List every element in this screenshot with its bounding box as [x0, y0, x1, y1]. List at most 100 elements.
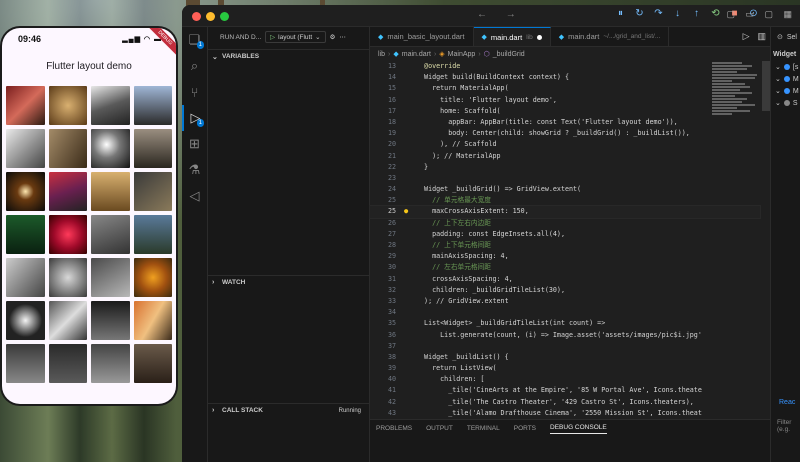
- nav-arrows-icon[interactable]: ← →: [477, 9, 524, 20]
- code-line[interactable]: 26 // 上下左右内边距: [370, 218, 760, 229]
- code-line[interactable]: 41 _tile('CineArts at the Empire', '85 W…: [370, 385, 760, 396]
- grid-image[interactable]: [91, 344, 130, 383]
- minimize-window-button[interactable]: [206, 12, 215, 21]
- close-window-button[interactable]: [192, 12, 201, 21]
- extensions-icon[interactable]: ⊞: [182, 131, 207, 157]
- play-icon[interactable]: ▷: [270, 33, 275, 41]
- testing-icon[interactable]: ⚗: [182, 157, 207, 183]
- grid-image[interactable]: [6, 258, 45, 297]
- code-line[interactable]: 25 // 单元格最大宽度: [370, 195, 760, 206]
- breadcrumb-item[interactable]: lib: [378, 51, 385, 58]
- grid-image[interactable]: [48, 86, 87, 125]
- grid-image[interactable]: [6, 129, 45, 168]
- minimap[interactable]: [712, 61, 762, 171]
- grid-image[interactable]: [133, 258, 172, 297]
- flutter-icon[interactable]: ◁: [182, 183, 207, 209]
- grid-image[interactable]: [48, 215, 87, 254]
- code-line[interactable]: 13 @override: [370, 61, 760, 72]
- code-line[interactable]: 32 children: _buildGridTileList(30),: [370, 285, 760, 296]
- tab-debug-console[interactable]: DEBUG CONSOLE: [550, 424, 607, 434]
- code-line[interactable]: 39 return ListView(: [370, 363, 760, 374]
- code-line[interactable]: 31 crossAxisSpacing: 4,: [370, 274, 760, 285]
- photo-grid[interactable]: [2, 82, 176, 383]
- grid-image[interactable]: [91, 258, 130, 297]
- code-line[interactable]: 40 children: [: [370, 374, 760, 385]
- code-line[interactable]: 28 // 上下单元格间距: [370, 240, 760, 251]
- code-line[interactable]: 14 Widget build(BuildContext context) {: [370, 72, 760, 83]
- grid-image[interactable]: [133, 344, 172, 383]
- grid-image[interactable]: [6, 215, 45, 254]
- code-editor[interactable]: 13 @override 14 Widget build(BuildContext…: [369, 61, 761, 431]
- launch-config-select[interactable]: ▷ layout (Flutt ⌄: [265, 31, 326, 43]
- grid-image[interactable]: [91, 129, 130, 168]
- tab-main-basic-layout[interactable]: ◆ main_basic_layout.dart: [370, 27, 474, 46]
- select-widget-icon[interactable]: ⊙: [777, 33, 783, 41]
- restart-frame-icon[interactable]: ↻: [633, 8, 646, 19]
- tab-problems[interactable]: PROBLEMS: [376, 425, 412, 432]
- step-out-icon[interactable]: ↑: [690, 8, 703, 19]
- pause-icon[interactable]: ⏸: [614, 8, 627, 19]
- explorer-icon[interactable]: ❏ 1: [182, 27, 207, 53]
- step-into-icon[interactable]: ↓: [671, 8, 684, 19]
- grid-image[interactable]: [6, 344, 45, 383]
- code-line[interactable]: 34: [370, 307, 760, 318]
- code-line[interactable]: 21 ); // MaterialApp: [370, 151, 760, 162]
- code-line[interactable]: 16 title: 'Flutter layout demo',: [370, 95, 760, 106]
- modified-dot-icon[interactable]: [536, 34, 542, 40]
- code-line[interactable]: 25 ● maxCrossAxisExtent: 150,: [369, 205, 761, 219]
- search-icon[interactable]: ⌕: [182, 53, 207, 79]
- widget-tree-row[interactable]: ⌄ S: [771, 97, 800, 109]
- grid-image[interactable]: [91, 301, 130, 340]
- grid-image[interactable]: [6, 172, 45, 211]
- code-line[interactable]: 38 Widget _buildList() {: [370, 352, 760, 363]
- grid-image[interactable]: [133, 86, 172, 125]
- code-line[interactable]: 23: [370, 173, 760, 184]
- grid-image[interactable]: [133, 129, 172, 168]
- breadcrumb-item[interactable]: MainApp: [448, 51, 476, 58]
- debug-console-body[interactable]: [370, 437, 770, 462]
- code-line[interactable]: 29 mainAxisSpacing: 4,: [370, 251, 760, 262]
- step-over-icon[interactable]: ↷: [652, 8, 665, 19]
- grid-image[interactable]: [91, 172, 130, 211]
- variables-section[interactable]: ⌄ VARIABLES: [208, 49, 369, 63]
- code-line[interactable]: 42 _tile('The Castro Theater', '429 Cast…: [370, 397, 760, 408]
- code-line[interactable]: 27 padding: const EdgeInsets.all(4),: [370, 229, 760, 240]
- code-line[interactable]: 20 ), // Scaffold: [370, 139, 760, 150]
- source-control-icon[interactable]: ⑂: [182, 79, 207, 105]
- run-file-icon[interactable]: ▷: [743, 31, 750, 42]
- code-line[interactable]: 17 home: Scaffold(: [370, 106, 760, 117]
- code-line[interactable]: 30 // 左右单元格间距: [370, 262, 760, 273]
- tab-main-dart-lib[interactable]: ◆ main.dart lib: [473, 27, 551, 46]
- grid-image[interactable]: [133, 301, 172, 340]
- grid-image[interactable]: [48, 258, 87, 297]
- code-line[interactable]: 18 appBar: AppBar(title: const Text('Flu…: [370, 117, 760, 128]
- watch-section[interactable]: › WATCH: [208, 275, 369, 289]
- tab-terminal[interactable]: TERMINAL: [467, 425, 500, 432]
- grid-image[interactable]: [48, 301, 87, 340]
- widget-tree-row[interactable]: ⌄ M: [771, 73, 800, 85]
- widget-tree-row[interactable]: ⌄ M: [771, 85, 800, 97]
- gear-icon[interactable]: ⚙: [330, 33, 336, 41]
- code-line[interactable]: 24 Widget _buildGrid() => GridView.exten…: [370, 184, 760, 195]
- grid-image[interactable]: [91, 86, 130, 125]
- grid-image[interactable]: [6, 86, 45, 125]
- tab-ports[interactable]: PORTS: [514, 425, 536, 432]
- restart-icon[interactable]: ⟲: [709, 8, 722, 19]
- code-line[interactable]: 19 body: Center(child: showGrid ? _build…: [370, 128, 760, 139]
- grid-image[interactable]: [133, 172, 172, 211]
- code-line[interactable]: 43 _tile('Alamo Drafthouse Cinema', '255…: [370, 408, 760, 419]
- grid-image[interactable]: [48, 129, 87, 168]
- more-icon[interactable]: ⋯: [339, 33, 346, 41]
- grid-image[interactable]: [6, 301, 45, 340]
- split-editor-icon[interactable]: ▥: [757, 31, 766, 42]
- layout-toggle-icons[interactable]: ▢ ▭ ▢ ▦: [726, 9, 796, 20]
- grid-image[interactable]: [48, 344, 87, 383]
- breadcrumb-item[interactable]: main.dart: [402, 51, 431, 58]
- inspector-link[interactable]: Reac: [779, 399, 795, 406]
- editor-scrollbar[interactable]: [762, 61, 770, 111]
- code-line[interactable]: 37: [370, 341, 760, 352]
- grid-image[interactable]: [91, 215, 130, 254]
- grid-image[interactable]: [133, 215, 172, 254]
- code-line[interactable]: 35 List<Widget> _buildGridTileList(int c…: [370, 318, 760, 329]
- code-line[interactable]: 33 ); // GridView.extent: [370, 296, 760, 307]
